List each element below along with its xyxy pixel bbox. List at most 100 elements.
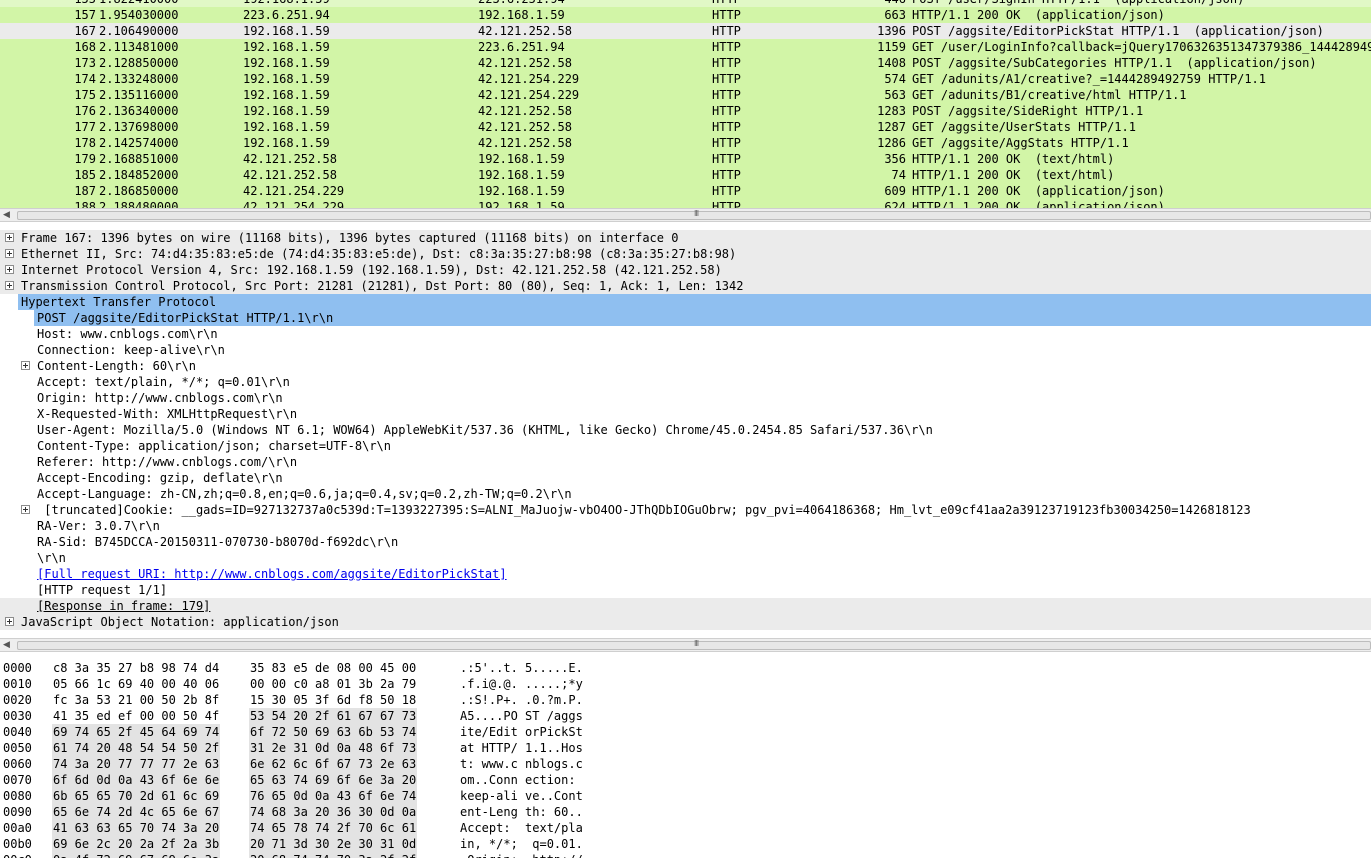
tree-row[interactable]: [Response in frame: 179] — [0, 598, 1371, 614]
hex-bytes-right[interactable]: 00 00 c0 a8 01 3b 2a 79 — [249, 676, 417, 692]
tree-row[interactable]: Hypertext Transfer Protocol — [18, 294, 1371, 310]
packet-row[interactable]: 175 2.135116000 192.168.1.59 42.121.254.229… — [0, 87, 1371, 103]
hex-bytes-right[interactable]: 35 83 e5 de 08 00 45 00 — [249, 660, 417, 676]
expand-plus-icon[interactable] — [5, 617, 14, 626]
tree-row[interactable]: Connection: keep-alive\r\n — [0, 342, 1371, 358]
packet-row[interactable]: 176 2.136340000 192.168.1.59 42.121.252.58 H… — [0, 103, 1371, 119]
hex-bytes-right[interactable]: 15 30 05 3f 6d f8 50 18 — [249, 692, 417, 708]
tree-row[interactable]: User-Agent: Mozilla/5.0 (Windows NT 6.1;… — [0, 422, 1371, 438]
hex-ascii[interactable]: at HTTP/ 1.1..Hos — [460, 740, 583, 756]
hex-offset[interactable]: 0040 — [3, 724, 32, 740]
hex-offset[interactable]: 0090 — [3, 804, 32, 820]
hex-bytes-right[interactable]: 74 65 78 74 2f 70 6c 61 — [249, 820, 418, 836]
details-hscrollbar[interactable]: ◀ III — [0, 638, 1371, 652]
hex-bytes-right[interactable]: 31 2e 31 0d 0a 48 6f 73 — [249, 740, 418, 756]
packet-details-tree[interactable]: Frame 167: 1396 bytes on wire (11168 bit… — [0, 228, 1371, 632]
tree-row[interactable]: [Full request URI: http://www.cnblogs.co… — [0, 566, 1371, 582]
expand-plus-icon[interactable] — [5, 265, 14, 274]
packet-row[interactable]: 174 2.133248000 192.168.1.59 42.121.254.229… — [0, 71, 1371, 87]
hex-ascii[interactable]: t: www.c nblogs.c — [460, 756, 583, 772]
hex-bytes-right[interactable]: 6e 62 6c 6f 67 73 2e 63 — [249, 756, 418, 772]
hex-offset[interactable]: 00c0 — [3, 852, 32, 858]
expand-plus-icon[interactable] — [5, 281, 14, 290]
tree-row[interactable]: Accept-Encoding: gzip, deflate\r\n — [0, 470, 1371, 486]
hex-ascii[interactable]: .:S!.P+. .0.?m.P. — [460, 692, 583, 708]
packet-row[interactable]: 187 2.186850000 42.121.254.229 192.168.1.59… — [0, 183, 1371, 199]
tree-row[interactable]: Content-Length: 60\r\n — [0, 358, 1371, 374]
hex-bytes-right[interactable]: 74 68 3a 20 36 30 0d 0a — [249, 804, 418, 820]
hex-bytes-left[interactable]: 69 74 65 2f 45 64 69 74 — [52, 724, 221, 740]
hex-offset[interactable]: 0000 — [3, 660, 32, 676]
hex-offset[interactable]: 0010 — [3, 676, 32, 692]
tree-row[interactable]: RA-Ver: 3.0.7\r\n — [0, 518, 1371, 534]
expand-plus-icon[interactable] — [21, 505, 30, 514]
tree-row[interactable]: Accept: text/plain, */*; q=0.01\r\n — [0, 374, 1371, 390]
hex-bytes-left[interactable]: 05 66 1c 69 40 00 40 06 — [52, 676, 220, 692]
packet-row[interactable]: 177 2.137698000 192.168.1.59 42.121.252.58 H… — [0, 119, 1371, 135]
tree-row[interactable]: Internet Protocol Version 4, Src: 192.16… — [0, 262, 1371, 278]
hex-bytes-left[interactable]: 0a 4f 72 69 67 69 6e 3a — [52, 852, 221, 858]
tree-link[interactable]: [Response in frame: 179] — [37, 598, 210, 614]
scroll-left-arrow-icon[interactable]: ◀ — [3, 210, 10, 220]
tree-row[interactable]: Origin: http://www.cnblogs.com\r\n — [0, 390, 1371, 406]
hex-bytes-right[interactable]: 65 63 74 69 6f 6e 3a 20 — [249, 772, 418, 788]
packet-row[interactable]: 1551.822410000 192.168.1.59 223.6.251.94 HT… — [0, 0, 1371, 7]
hex-offset[interactable]: 0060 — [3, 756, 32, 772]
hex-bytes-left[interactable]: fc 3a 53 21 00 50 2b 8f — [52, 692, 220, 708]
hex-bytes-left[interactable]: 6b 65 65 70 2d 61 6c 69 — [52, 788, 221, 804]
hex-bytes-left[interactable]: 6f 6d 0d 0a 43 6f 6e 6e — [52, 772, 221, 788]
hex-bytes-left[interactable]: 41 63 63 65 70 74 3a 20 — [52, 820, 221, 836]
hex-ascii[interactable]: Accept: text/pla — [460, 820, 583, 836]
tree-row[interactable]: [HTTP request 1/1] — [0, 582, 1371, 598]
tree-row[interactable]: Content-Type: application/json; charset=… — [0, 438, 1371, 454]
tree-row[interactable]: \r\n — [0, 550, 1371, 566]
hex-ascii[interactable]: ite/Edit orPickSt — [460, 724, 583, 740]
packet-row[interactable]: 157 1.954030000 223.6.251.94 192.168.1.59 HT… — [0, 7, 1371, 23]
hex-bytes-left[interactable]: 69 6e 2c 20 2a 2f 2a 3b — [52, 836, 221, 852]
hex-bytes-left[interactable]: 61 74 20 48 54 54 50 2f — [52, 740, 221, 756]
packet-row[interactable]: 185 2.184852000 42.121.252.58 192.168.1.59 H… — [0, 167, 1371, 183]
packet-row[interactable]: 188 2.188480000 42.121.254.229 192.168.1.59… — [0, 199, 1371, 208]
hex-offset[interactable]: 0030 — [3, 708, 32, 724]
packet-row[interactable]: 173 2.128850000 192.168.1.59 42.121.252.58 H… — [0, 55, 1371, 71]
tree-row[interactable]: Referer: http://www.cnblogs.com/\r\n — [0, 454, 1371, 470]
scroll-thumb[interactable]: III — [17, 639, 1371, 650]
hex-ascii[interactable]: .f.i@.@. .....;*y — [460, 676, 583, 692]
hex-offset[interactable]: 00a0 — [3, 820, 32, 836]
hex-bytes-left[interactable]: c8 3a 35 27 b8 98 74 d4 — [52, 660, 220, 676]
expand-plus-icon[interactable] — [21, 361, 30, 370]
hex-offset[interactable]: 0050 — [3, 740, 32, 756]
hex-ascii[interactable]: keep-ali ve..Cont — [460, 788, 583, 804]
hex-bytes-right[interactable]: 6f 72 50 69 63 6b 53 74 — [249, 724, 418, 740]
tree-row[interactable]: POST /aggsite/EditorPickStat HTTP/1.1\r\… — [34, 310, 1371, 326]
hex-ascii[interactable]: in, */*; q=0.01. — [460, 836, 583, 852]
hex-bytes-right[interactable]: 20 68 74 74 70 3a 2f 2f — [249, 852, 418, 858]
tree-row[interactable]: Frame 167: 1396 bytes on wire (11168 bit… — [0, 230, 1371, 246]
tree-row[interactable]: [truncated]Cookie: __gads=ID=927132737a0… — [0, 502, 1371, 518]
scroll-thumb[interactable]: III — [17, 209, 1371, 220]
packet-row[interactable]: 179 2.168851000 42.121.252.58 192.168.1.59 H… — [0, 151, 1371, 167]
hex-ascii[interactable]: ent-Leng th: 60.. — [460, 804, 583, 820]
tree-row[interactable]: Transmission Control Protocol, Src Port:… — [0, 278, 1371, 294]
hex-ascii[interactable]: om..Conn ection: — [460, 772, 583, 788]
tree-row[interactable]: Ethernet II, Src: 74:d4:35:83:e5:de (74:… — [0, 246, 1371, 262]
hex-bytes-left[interactable]: 65 6e 74 2d 4c 65 6e 67 — [52, 804, 221, 820]
packet-list-pane[interactable]: 1551.822410000192.168.1.59223.6.251.94HT… — [0, 0, 1371, 208]
packet-list-hscrollbar[interactable]: ◀ III — [0, 208, 1371, 222]
hex-offset[interactable]: 00b0 — [3, 836, 32, 852]
packet-row[interactable]: 167 2.106490000 192.168.1.59 42.121.252.58 H… — [0, 23, 1371, 39]
tree-row[interactable]: Host: www.cnblogs.com\r\n — [0, 326, 1371, 342]
hex-ascii[interactable]: A5....PO ST /aggs — [460, 708, 583, 724]
hex-offset[interactable]: 0070 — [3, 772, 32, 788]
hex-offset[interactable]: 0080 — [3, 788, 32, 804]
hex-ascii[interactable]: .:5'..t. 5.....E. — [460, 660, 583, 676]
packet-bytes-pane[interactable]: 0000 c8 3a 35 27 b8 98 74 d4 35 83 e5 de 0… — [0, 658, 1371, 858]
hex-bytes-right[interactable]: 76 65 0d 0a 43 6f 6e 74 — [249, 788, 418, 804]
hex-offset[interactable]: 0020 — [3, 692, 32, 708]
hex-bytes-left[interactable]: 41 35 ed ef 00 00 50 4f — [52, 708, 220, 724]
expand-plus-icon[interactable] — [5, 249, 14, 258]
hex-bytes-left[interactable]: 74 3a 20 77 77 77 2e 63 — [52, 756, 221, 772]
hex-ascii[interactable]: .Origin: http:// — [460, 852, 583, 858]
tree-row[interactable]: JavaScript Object Notation: application/… — [0, 614, 1371, 630]
tree-link[interactable]: [Full request URI: http://www.cnblogs.co… — [37, 566, 507, 582]
